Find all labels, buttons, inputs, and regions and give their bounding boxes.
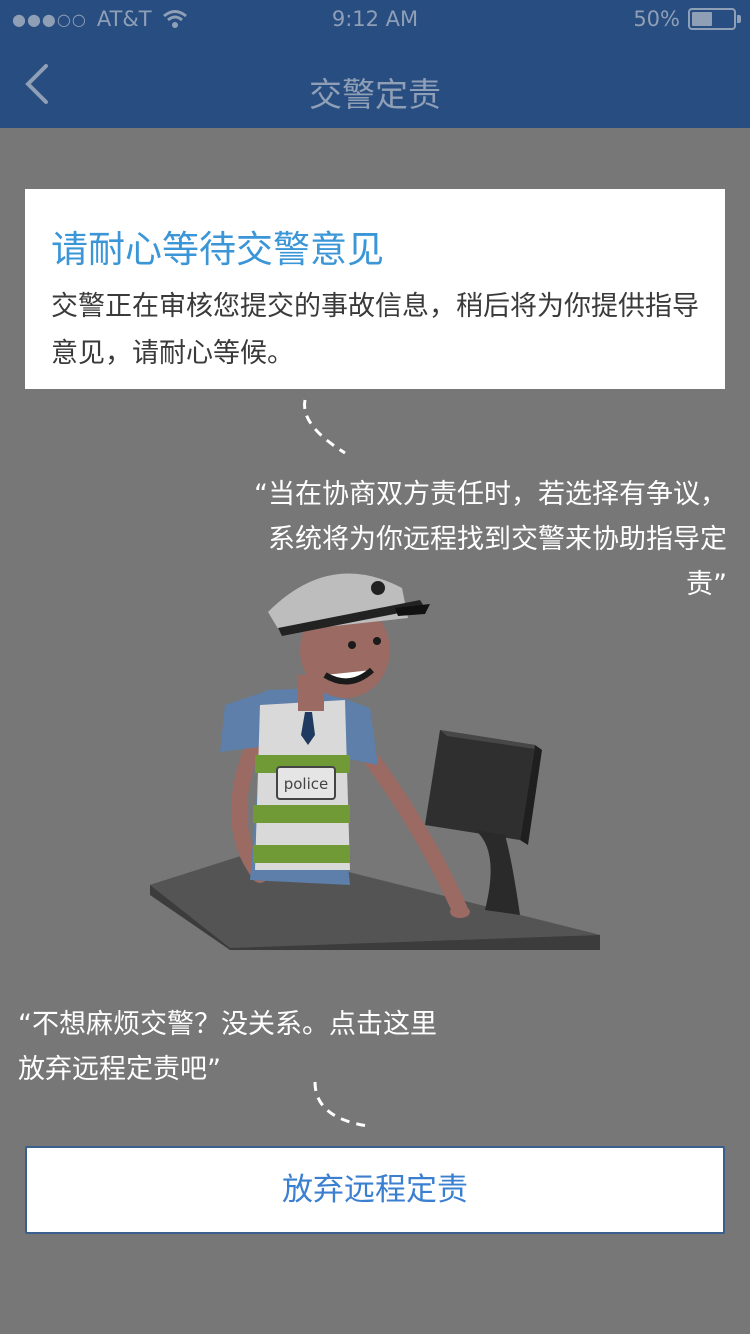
page-title: 交警定责 — [309, 75, 441, 114]
card-title: 请耐心等待交警意见 — [51, 228, 384, 271]
dashed-pointer-top — [303, 399, 346, 455]
battery-percent: 50% — [633, 7, 680, 31]
dashed-pointer-bottom — [313, 1081, 369, 1128]
navigation-bar: 交警定责 — [0, 40, 750, 128]
battery-icon — [688, 8, 741, 30]
status-bar: ●●●○○ AT&T 9:12 AM 50% — [0, 0, 750, 40]
waiting-card: 请耐心等待交警意见 交警正在审核您提交的事故信息，稍后将为你提供指导意见，请耐心… — [25, 189, 725, 389]
skip-hint: “不想麻烦交警？没关系。点击这里放弃远程定责吧” — [18, 1009, 437, 1085]
top-bar: ●●●○○ AT&T 9:12 AM 50% 交警定责 — [0, 0, 750, 128]
abandon-remote-liability-button[interactable]: 放弃远程定责 — [25, 1146, 725, 1234]
card-description: 交警正在审核您提交的事故信息，稍后将为你提供指导意见，请耐心等候。 — [51, 291, 699, 369]
police-badge-text: police — [284, 775, 329, 793]
police-officer-illustration: police — [150, 573, 600, 950]
